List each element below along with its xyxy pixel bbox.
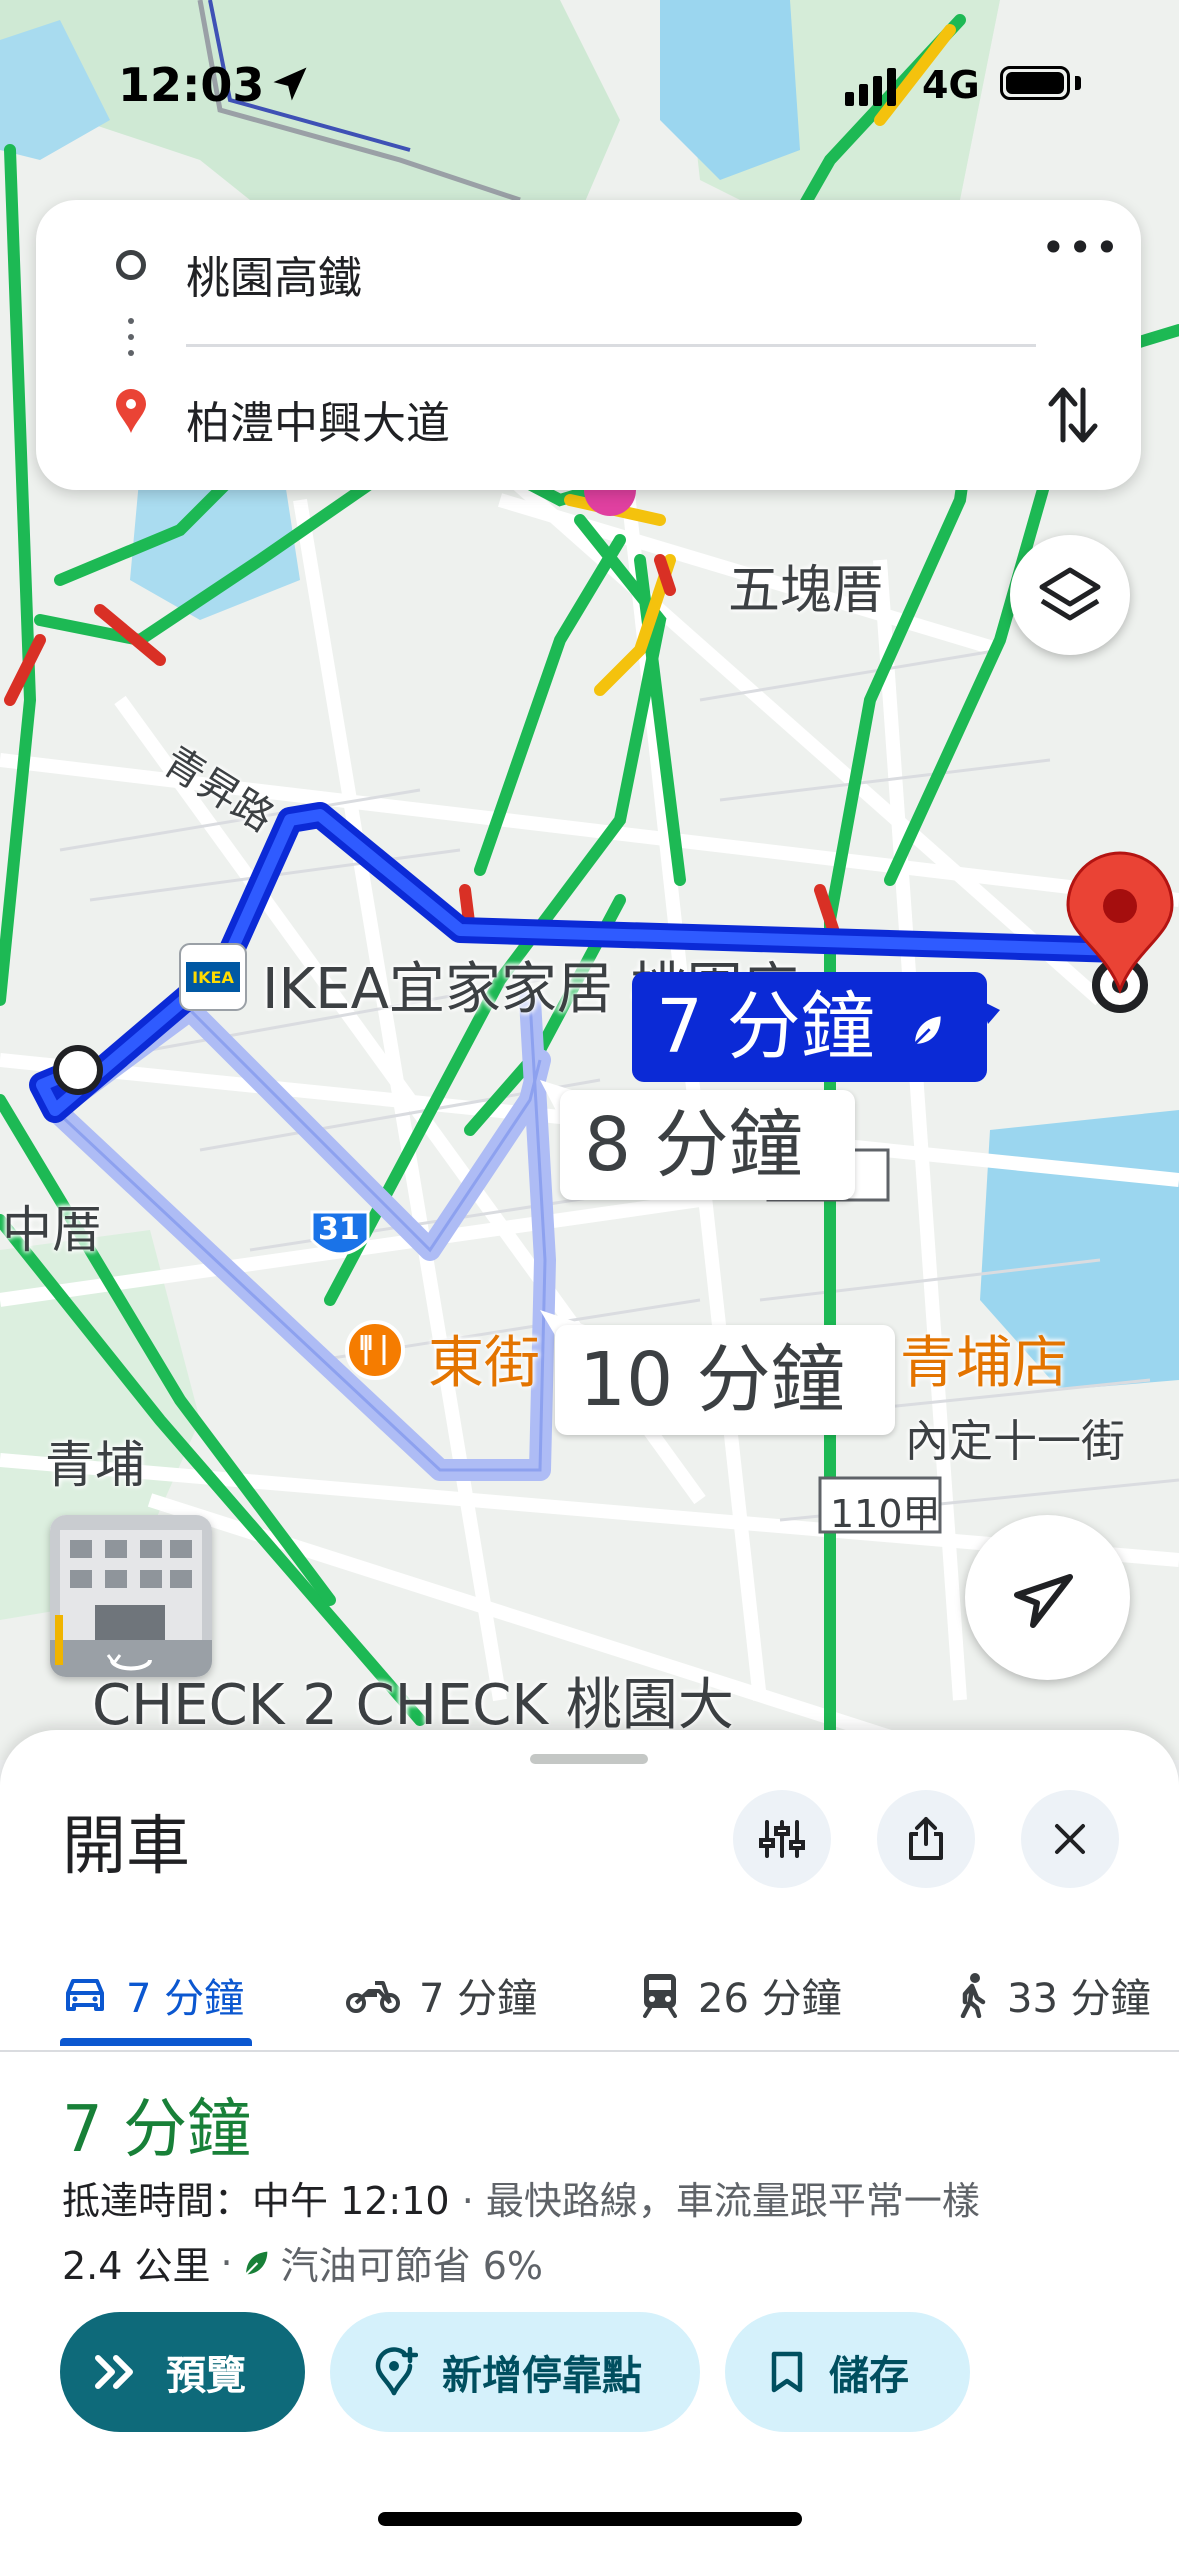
recenter-button[interactable] — [965, 1515, 1130, 1680]
street-view-image — [50, 1515, 212, 1677]
origin-field[interactable]: 桃園高鐵 — [186, 242, 362, 306]
sliders-icon — [759, 1820, 805, 1858]
fuel-saving: 汽油可節省 6% — [280, 2244, 543, 2288]
divider — [186, 344, 1036, 347]
sheet-title: 開車 — [62, 1810, 190, 1884]
status-time: 12:03 — [118, 58, 265, 112]
battery-tip — [1075, 76, 1081, 90]
leaf-icon — [914, 1016, 941, 1046]
location-arrow-icon — [273, 67, 307, 101]
travel-mode-tabs: 7 分鐘 7 分鐘 26 分鐘 33 分鐘 — [0, 1945, 1179, 2045]
add-stop-label: 新增停靠點 — [442, 2353, 642, 2399]
directions-bottom-sheet: 開車 7 分鐘 7 分鐘 26 分鐘 33 分鐘 7 分鐘 抵達時間：中午 12… — [0, 1730, 1179, 2556]
route-time-primary: 7 分鐘 — [656, 984, 875, 1070]
drag-handle[interactable] — [530, 1754, 648, 1764]
destination-field[interactable]: 柏澧中興大道 — [186, 387, 450, 451]
train-icon — [643, 1974, 677, 2018]
layers-button[interactable] — [1010, 535, 1130, 655]
route-description: · 最快路線，車流量跟平常一樣 — [461, 2179, 980, 2223]
route-duration: 7 分鐘 — [62, 2093, 252, 2167]
close-button[interactable] — [1021, 1790, 1119, 1888]
preview-label: 預覽 — [166, 2353, 246, 2399]
car-icon — [66, 1979, 104, 2011]
route-time-bubble-alt2[interactable]: 10 分鐘 — [555, 1325, 895, 1435]
destination-row[interactable]: 柏澧中興大道 — [36, 365, 1141, 465]
route-dots-icon — [128, 318, 134, 366]
cellular-signal-icon — [845, 68, 901, 106]
map-label-restaurant[interactable]: 東街 — [428, 1318, 540, 1399]
save-button[interactable]: 儲存 — [725, 2312, 970, 2432]
map-label-restaurant-branch[interactable]: 青埔店 — [900, 1318, 1068, 1399]
share-icon — [909, 1817, 943, 1860]
separator-dot: · — [220, 2240, 233, 2285]
tab-transit[interactable]: 26 分鐘 — [640, 1945, 842, 2045]
layers-icon — [1039, 567, 1101, 621]
tab-motorcycle[interactable]: 7 分鐘 — [345, 1945, 537, 2045]
preview-button[interactable]: 預覽 — [60, 2312, 305, 2432]
arrival-time: 抵達時間：中午 12:10 — [62, 2179, 450, 2223]
tab-drive[interactable]: 7 分鐘 — [62, 1945, 244, 2045]
tab-transit-label: 26 分鐘 — [698, 1976, 842, 2022]
share-button[interactable] — [877, 1790, 975, 1888]
motorcycle-icon — [346, 1981, 400, 2013]
navigation-arrow-icon — [1014, 1574, 1073, 1628]
active-tab-indicator — [60, 2038, 252, 2046]
add-stop-button[interactable]: 新增停靠點 — [330, 2312, 700, 2432]
route-distance-info: 2.4 公里 · 汽油可節省 6% — [62, 2235, 543, 2290]
add-location-icon — [375, 2347, 418, 2396]
route-time-bubble-primary[interactable]: 7 分鐘 — [632, 972, 987, 1082]
home-indicator[interactable] — [378, 2512, 802, 2526]
tab-drive-label: 7 分鐘 — [126, 1976, 245, 2022]
tab-walk[interactable]: 33 分鐘 — [955, 1945, 1151, 2045]
swap-icon[interactable] — [1043, 380, 1103, 450]
origin-circle-icon — [116, 250, 146, 280]
close-icon — [1055, 1824, 1085, 1854]
battery-icon — [1000, 66, 1070, 100]
status-bar: 12:03 4G — [0, 0, 1179, 150]
route-time-bubble-alt1[interactable]: 8 分鐘 — [560, 1090, 855, 1200]
directions-search-card: 桃園高鐵 柏澧中興大道 ••• — [36, 200, 1141, 490]
map-label-zhongcuo: 中厝 — [2, 1201, 102, 1259]
route-options-button[interactable] — [733, 1790, 831, 1888]
destination-pin-icon — [116, 389, 146, 433]
more-options-button[interactable]: ••• — [1041, 227, 1119, 278]
route-arrival-info: 抵達時間：中午 12:10 · 最快路線，車流量跟平常一樣 — [62, 2170, 980, 2225]
divider — [0, 2050, 1179, 2052]
street-view-thumbnail[interactable] — [50, 1515, 212, 1677]
walk-icon — [960, 1973, 986, 2018]
tab-motorcycle-label: 7 分鐘 — [419, 1976, 538, 2022]
map-label-wukuicuo: 五塊厝 — [728, 561, 885, 621]
double-chevron-right-icon — [95, 2355, 133, 2389]
origin-row[interactable]: 桃園高鐵 — [36, 220, 1141, 320]
bookmark-icon — [771, 2351, 803, 2393]
map-label-street: 內定十一街 — [905, 1416, 1125, 1467]
network-type: 4G — [922, 63, 980, 107]
road-marker-110a: 110甲 — [830, 1492, 941, 1536]
save-label: 儲存 — [829, 2353, 909, 2399]
ikea-logo: IKEA — [192, 968, 234, 987]
highway-shield-31: 31 — [318, 1212, 360, 1247]
map-label-qingpu: 青埔 — [45, 1436, 145, 1494]
leaf-icon — [244, 2251, 267, 2275]
tab-walk-label: 33 分鐘 — [1007, 1976, 1151, 2022]
route-distance: 2.4 公里 — [62, 2244, 211, 2288]
